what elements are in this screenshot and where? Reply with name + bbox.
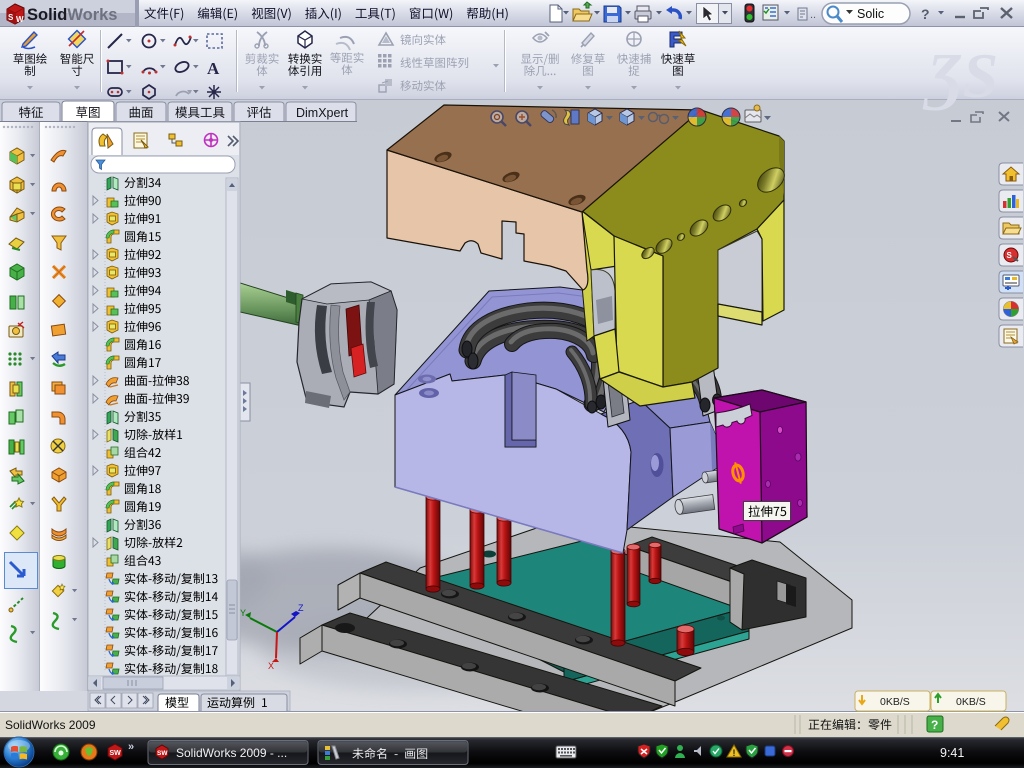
svg-text:!: !	[733, 748, 736, 758]
svg-text:S: S	[1007, 251, 1013, 260]
svg-text:0KB/S: 0KB/S	[956, 696, 986, 708]
svg-text:S: S	[8, 13, 14, 22]
svg-text:»: »	[128, 741, 134, 753]
svg-text:?: ?	[931, 718, 938, 732]
svg-text:Y: Y	[240, 608, 246, 618]
svg-text:0KB/S: 0KB/S	[880, 696, 910, 708]
svg-text:Z: Z	[298, 603, 304, 613]
svg-text:W: W	[16, 15, 24, 24]
svg-text:SolidWorks: SolidWorks	[27, 6, 117, 24]
svg-text:ƷS: ƷS	[922, 40, 998, 111]
svg-text:SW: SW	[157, 750, 168, 757]
svg-text:X: X	[268, 661, 274, 671]
svg-text:SolidWorks 2009 - ...: SolidWorks 2009 - ...	[176, 746, 287, 760]
svg-text:A: A	[207, 59, 220, 78]
svg-text:SolidWorks 2009: SolidWorks 2009	[5, 718, 96, 732]
svg-text:Solic: Solic	[857, 7, 884, 21]
svg-text:9:41: 9:41	[940, 746, 964, 760]
svg-text:SW: SW	[110, 750, 122, 757]
svg-text:?: ?	[921, 6, 930, 22]
svg-text:..: ..	[810, 9, 816, 21]
svg-text:DimXpert: DimXpert	[296, 106, 349, 120]
